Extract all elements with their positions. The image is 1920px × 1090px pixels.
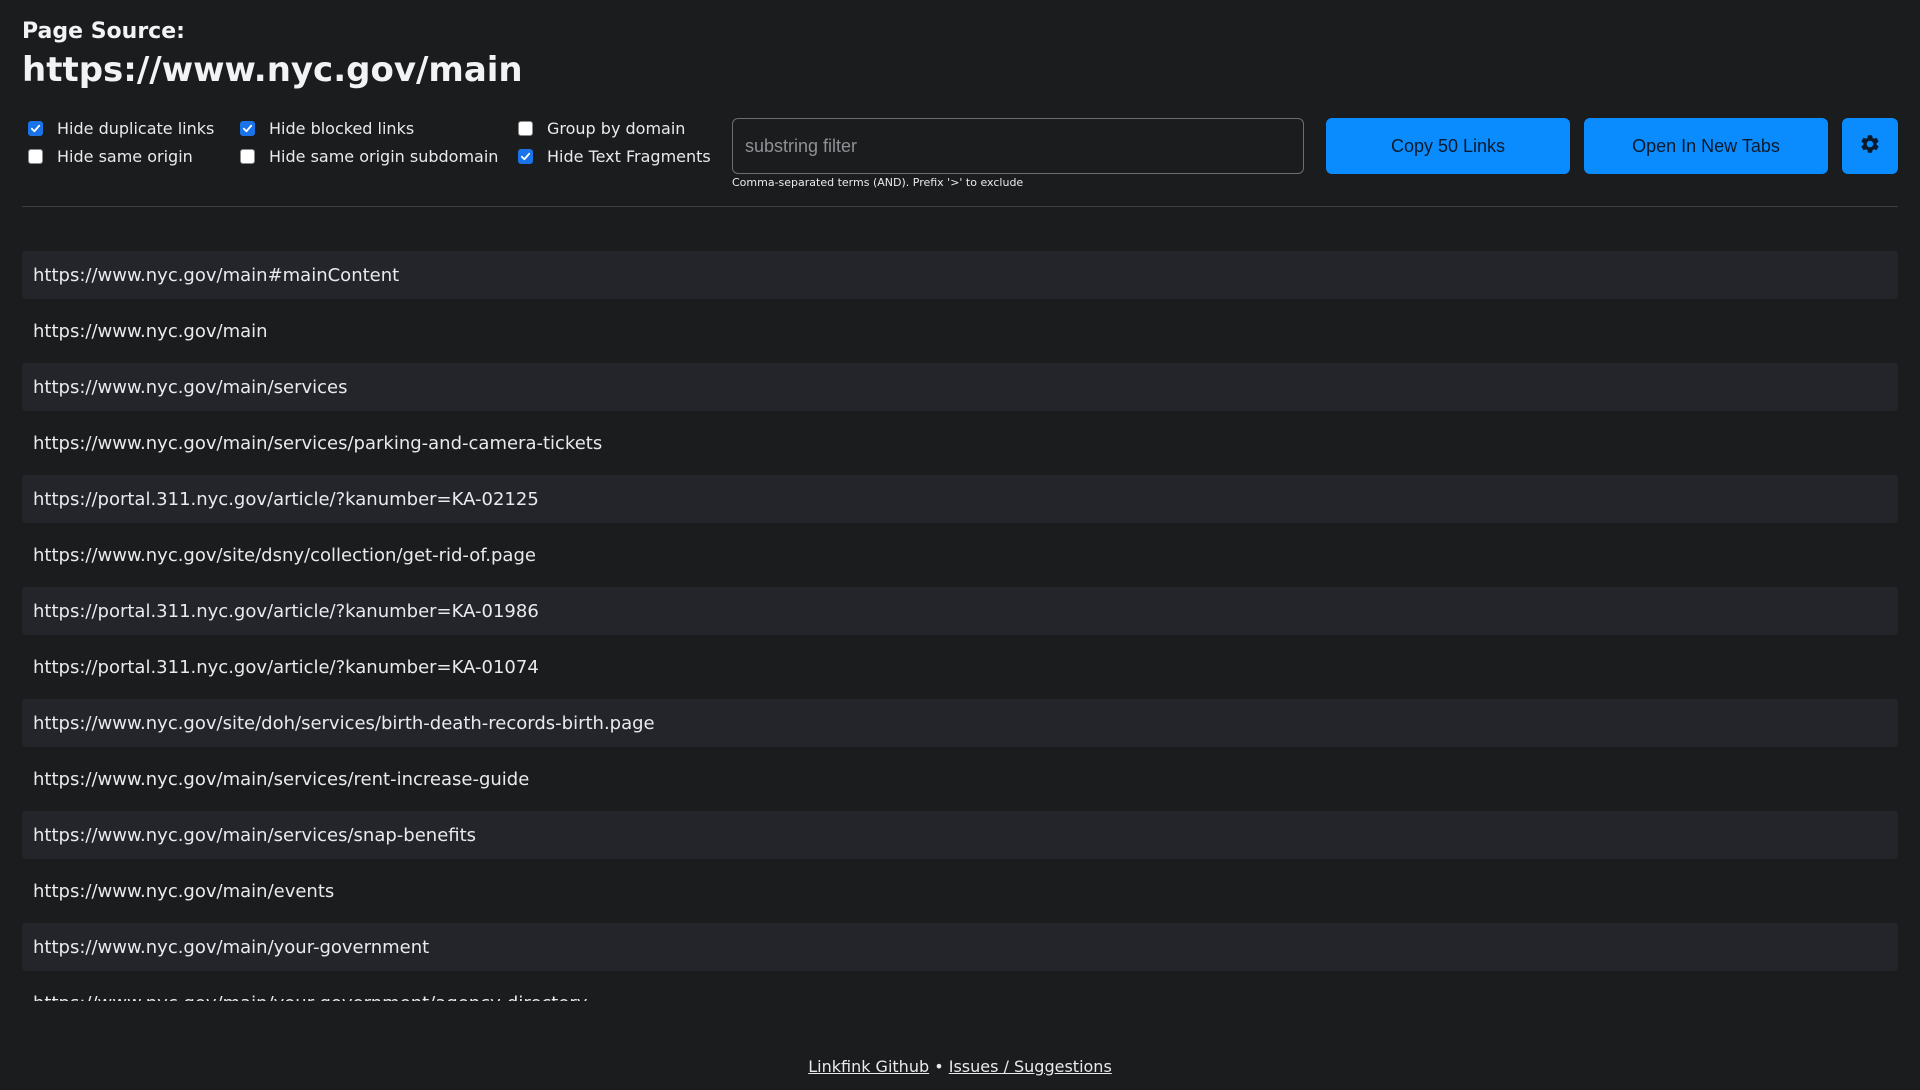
link-row: https://www.nyc.gov/site/dsny/collection…: [22, 531, 1898, 579]
gear-icon: [1859, 133, 1881, 160]
checkbox[interactable]: [518, 120, 533, 136]
linkfink-page: Page Source: https://www.nyc.gov/main Hi…: [0, 0, 1920, 1090]
divider: [22, 206, 1898, 207]
footer: Linkfink Github • Issues / Suggestions: [0, 1056, 1920, 1078]
filter-hint: Comma-separated terms (AND). Prefix '>' …: [732, 176, 1024, 189]
link-url[interactable]: https://www.nyc.gov/main#mainContent: [33, 265, 399, 286]
link-url[interactable]: https://www.nyc.gov/site/dsny/collection…: [33, 545, 536, 566]
link-row: https://www.nyc.gov/main/services/rent-i…: [22, 755, 1898, 803]
option-label: Hide same origin subdomain: [269, 146, 499, 166]
footer-separator: •: [934, 1057, 944, 1076]
option-label: Hide same origin: [57, 146, 193, 166]
option-label: Group by domain: [547, 118, 686, 138]
copy-links-button[interactable]: Copy 50 Links: [1326, 118, 1570, 174]
options-column-2: Hide blocked links Hide same origin subd…: [234, 118, 498, 166]
options-column-3: Group by domain Hide Text Fragments: [512, 118, 711, 166]
checkbox[interactable]: [28, 148, 43, 164]
link-list: https://www.nyc.gov/main#mainContent htt…: [22, 251, 1898, 1001]
option-hide-duplicate-links[interactable]: Hide duplicate links: [22, 118, 214, 138]
link-url[interactable]: https://www.nyc.gov/main/services/snap-b…: [33, 825, 476, 846]
link-row: https://portal.311.nyc.gov/article/?kanu…: [22, 475, 1898, 523]
option-hide-same-origin[interactable]: Hide same origin: [22, 146, 200, 166]
issues-link[interactable]: Issues / Suggestions: [949, 1057, 1112, 1076]
option-label: Hide Text Fragments: [547, 146, 711, 166]
page-source-url: https://www.nyc.gov/main: [22, 50, 523, 90]
checkbox[interactable]: [518, 148, 533, 164]
filter-group: Comma-separated terms (AND). Prefix '>' …: [732, 118, 1304, 190]
controls-bar: Hide duplicate links Hide same origin Hi…: [22, 118, 1898, 190]
link-row: https://www.nyc.gov/main: [22, 307, 1898, 355]
header: Page Source: https://www.nyc.gov/main: [22, 0, 1898, 92]
link-url[interactable]: https://www.nyc.gov/main: [33, 321, 268, 342]
settings-button[interactable]: [1842, 118, 1898, 174]
link-url[interactable]: https://www.nyc.gov/main/events: [33, 881, 334, 902]
option-hide-text-fragments[interactable]: Hide Text Fragments: [512, 146, 711, 166]
link-url[interactable]: https://portal.311.nyc.gov/article/?kanu…: [33, 489, 539, 510]
substring-filter-input[interactable]: [732, 118, 1304, 174]
link-url[interactable]: https://www.nyc.gov/main/services/parkin…: [33, 433, 602, 454]
link-row: https://www.nyc.gov/main/services/snap-b…: [22, 811, 1898, 859]
page-source-label: Page Source:: [22, 19, 185, 44]
link-row: https://www.nyc.gov/site/doh/services/bi…: [22, 699, 1898, 747]
link-row: https://www.nyc.gov/main/events: [22, 867, 1898, 915]
github-link[interactable]: Linkfink Github: [808, 1057, 929, 1076]
checkbox[interactable]: [28, 120, 43, 136]
link-url[interactable]: https://portal.311.nyc.gov/article/?kanu…: [33, 657, 539, 678]
link-row: https://www.nyc.gov/main/your-government…: [22, 979, 1898, 1002]
link-url[interactable]: https://www.nyc.gov/main/services: [33, 377, 347, 398]
open-in-new-tabs-button[interactable]: Open In New Tabs: [1584, 118, 1828, 174]
link-row: https://www.nyc.gov/main/services: [22, 363, 1898, 411]
link-row: https://portal.311.nyc.gov/article/?kanu…: [22, 643, 1898, 691]
checkbox[interactable]: [240, 120, 255, 136]
link-url[interactable]: https://www.nyc.gov/main/services/rent-i…: [33, 769, 529, 790]
link-url[interactable]: https://portal.311.nyc.gov/article/?kanu…: [33, 601, 539, 622]
link-row: https://www.nyc.gov/main/your-government: [22, 923, 1898, 971]
option-hide-same-origin-subdomain[interactable]: Hide same origin subdomain: [234, 146, 498, 166]
option-hide-blocked-links[interactable]: Hide blocked links: [234, 118, 478, 138]
link-url[interactable]: https://www.nyc.gov/main/your-government: [33, 937, 429, 958]
link-url[interactable]: https://www.nyc.gov/main/your-government…: [33, 993, 587, 1002]
option-group-by-domain[interactable]: Group by domain: [512, 118, 704, 138]
link-row: https://www.nyc.gov/main#mainContent: [22, 251, 1898, 299]
checkbox[interactable]: [240, 148, 255, 164]
options-column-1: Hide duplicate links Hide same origin: [22, 118, 214, 166]
link-row: https://portal.311.nyc.gov/article/?kanu…: [22, 587, 1898, 635]
option-label: Hide duplicate links: [57, 118, 215, 138]
link-url[interactable]: https://www.nyc.gov/site/doh/services/bi…: [33, 713, 655, 734]
option-label: Hide blocked links: [269, 118, 415, 138]
link-row: https://www.nyc.gov/main/services/parkin…: [22, 419, 1898, 467]
